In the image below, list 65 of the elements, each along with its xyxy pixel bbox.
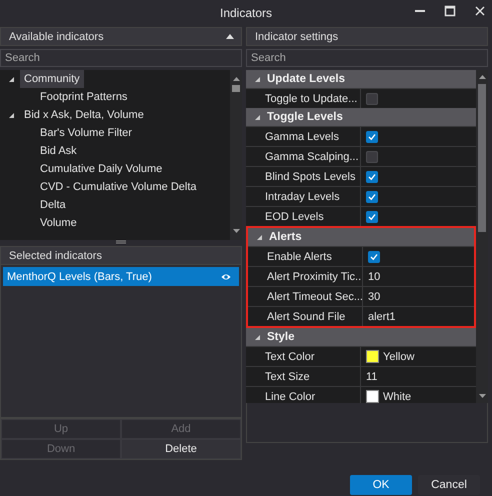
scroll-up-icon — [478, 74, 486, 80]
property-name: Enable Alerts — [267, 250, 332, 262]
scroll-down-icon — [232, 228, 240, 234]
check-icon — [368, 172, 376, 180]
scroll-thumb-icon — [232, 85, 240, 92]
color-swatch[interactable] — [366, 390, 379, 403]
window-title: Indicators — [220, 6, 272, 20]
checkbox[interactable] — [368, 250, 380, 262]
property-name: Alert Timeout Sec... — [267, 290, 362, 302]
property-name: Blind Spots Levels — [265, 170, 356, 182]
scroll-down-icon — [478, 393, 486, 399]
check-icon — [368, 132, 376, 140]
scrollbar[interactable] — [230, 70, 242, 240]
property-name: Alert Proximity Tic... — [267, 270, 362, 282]
search-field[interactable]: Search — [246, 49, 488, 67]
property-name: Text Color — [265, 350, 315, 362]
property-value[interactable]: 30 — [368, 290, 380, 302]
collapse-icon[interactable] — [226, 33, 234, 40]
property-name: Line Color — [265, 390, 316, 402]
dialog-button[interactable]: Cancel — [418, 475, 480, 495]
indicator-item[interactable]: MenthorQ Levels (Bars, True) — [3, 267, 239, 286]
maximize-icon[interactable] — [444, 5, 456, 17]
tree-item[interactable]: Delta — [36, 196, 70, 214]
property-name: EOD Levels — [265, 210, 324, 222]
checkbox[interactable] — [366, 170, 378, 182]
property-name: Text Size — [265, 370, 310, 382]
color-swatch[interactable] — [366, 350, 379, 363]
property-name: Gamma Scalping... — [265, 150, 359, 162]
checkbox[interactable] — [366, 130, 378, 142]
property-value[interactable]: Yellow — [383, 350, 414, 362]
check-icon — [368, 212, 376, 220]
tree-item[interactable]: Cumulative Daily Volume — [36, 160, 166, 178]
property-value[interactable]: White — [383, 390, 412, 402]
scroll-up-icon — [232, 76, 240, 82]
search-field[interactable]: Search — [0, 49, 242, 67]
property-value[interactable]: 10 — [368, 270, 380, 282]
tree-item[interactable]: Footprint Patterns — [36, 88, 132, 106]
group-header[interactable]: Style — [267, 331, 294, 343]
close-icon[interactable] — [474, 5, 486, 17]
panel-title: Selected indicators — [9, 250, 102, 262]
property-value[interactable]: 11 — [366, 370, 378, 382]
check-icon — [368, 192, 376, 200]
property-name: Alert Sound File — [267, 310, 346, 322]
property-name: Gamma Levels — [265, 130, 339, 142]
property-value[interactable]: alert1 — [368, 310, 396, 322]
property-name: Intraday Levels — [265, 190, 340, 202]
tree-item[interactable]: Bid x Ask, Delta, Volume — [20, 106, 148, 124]
tree-item[interactable]: Bid Ask — [36, 142, 81, 160]
group-header[interactable]: Alerts — [269, 231, 302, 243]
tree-item[interactable]: Community — [20, 70, 84, 88]
scrollbar[interactable] — [476, 70, 488, 403]
splitter-grip-icon — [116, 240, 126, 244]
panel-title: Available indicators — [9, 30, 104, 42]
checkbox[interactable] — [366, 210, 378, 222]
panel-title: Indicator settings — [255, 30, 338, 42]
tree-item[interactable]: CVD - Cumulative Volume Delta — [36, 178, 201, 196]
action-button[interactable]: Delete — [121, 439, 241, 459]
property-name: Toggle to Update... — [265, 92, 358, 104]
checkbox[interactable] — [366, 92, 378, 104]
checkbox[interactable] — [366, 150, 378, 162]
check-icon — [370, 252, 378, 260]
tree-item[interactable]: Volume — [36, 214, 81, 232]
checkbox[interactable] — [366, 190, 378, 202]
tree-item[interactable]: Bar's Volume Filter — [36, 124, 136, 142]
dialog-button[interactable]: OK — [350, 475, 412, 495]
